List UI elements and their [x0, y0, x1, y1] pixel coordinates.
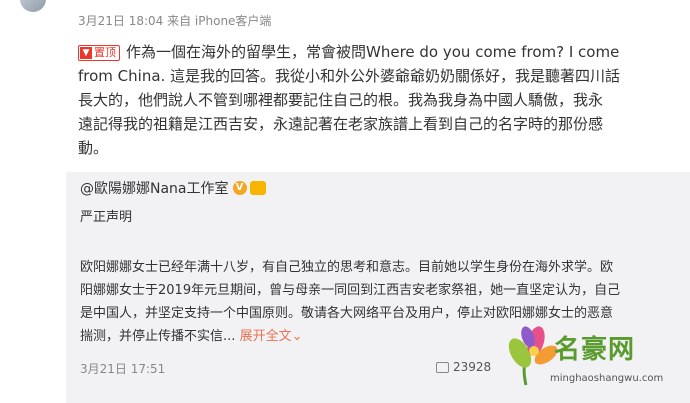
post-line-4: 遠記得我的祖籍是江西吉安，永遠記著在老家族譜上看到自己的名字時的那份感: [78, 115, 604, 133]
verified-icon: V: [232, 181, 247, 195]
repost-author-link[interactable]: @歐陽娜娜Nana工作室: [80, 178, 229, 198]
expand-full-text-link[interactable]: 展开全文⌄: [240, 329, 303, 344]
pinned-badge: ▼ 置顶: [78, 45, 120, 61]
ellipsis: ...: [223, 329, 236, 344]
post-body: ▼ 置顶 作為一個在海外的留學生，常會被問Where do you come fro…: [78, 40, 674, 160]
repost-line-4: 揣测，并停止传播不实信: [80, 329, 224, 344]
post-line-3: 長大的，他們說人不管到哪裡都要記住自己的根。我為我身為中國人驕傲，我永: [78, 91, 604, 109]
member-badge-icon: [249, 181, 266, 195]
post-line-1: 作為一個在海外的留學生，常會被問Where do you come from? …: [126, 43, 620, 61]
post-line-2: from China. 這是我的回答。我從小和外公外婆爺爺奶奶關係好，我是聽著四…: [78, 67, 621, 85]
share-icon: [436, 361, 449, 373]
avatar[interactable]: [20, 0, 46, 12]
watermark-name: 名豪网: [554, 335, 636, 365]
repost-line-1: 欧阳娜娜女士已经年满十八岁，有自己独立的思考和意志。目前她以学生身份在海外求学。…: [80, 260, 614, 275]
post-timestamp-source: 3月21日 18:04 来自 iPhone客户端: [78, 14, 272, 28]
repost-line-2: 阳娜娜女士于2019年元旦期间，曾与母亲一同回到江西吉安老家祭祖，她一直坚定认为…: [80, 283, 621, 298]
site-watermark: 名豪网 minghaoshangwu.com: [504, 321, 682, 401]
repost-share-button[interactable]: 23928: [436, 360, 491, 374]
share-count: 23928: [453, 360, 492, 374]
repost-timestamp[interactable]: 3月21日 17:51: [80, 360, 165, 377]
chevron-down-icon: ⌄: [291, 329, 303, 344]
expand-label[interactable]: 展开全文: [240, 329, 292, 344]
repost-author-row: @歐陽娜娜Nana工作室 V: [80, 178, 266, 198]
watermark-url: minghaoshangwu.com: [550, 373, 664, 384]
repost-subtitle: 严正声明: [80, 210, 133, 225]
repost-line-3: 是中国人，并坚定支持一个中国原则。敬请各大网络平台及用户，停止对欧阳娜娜女士的恶…: [80, 306, 614, 321]
post-line-5: 動。: [78, 139, 109, 157]
pin-icon: ▼: [80, 47, 92, 59]
pinned-label: 置顶: [94, 46, 116, 59]
